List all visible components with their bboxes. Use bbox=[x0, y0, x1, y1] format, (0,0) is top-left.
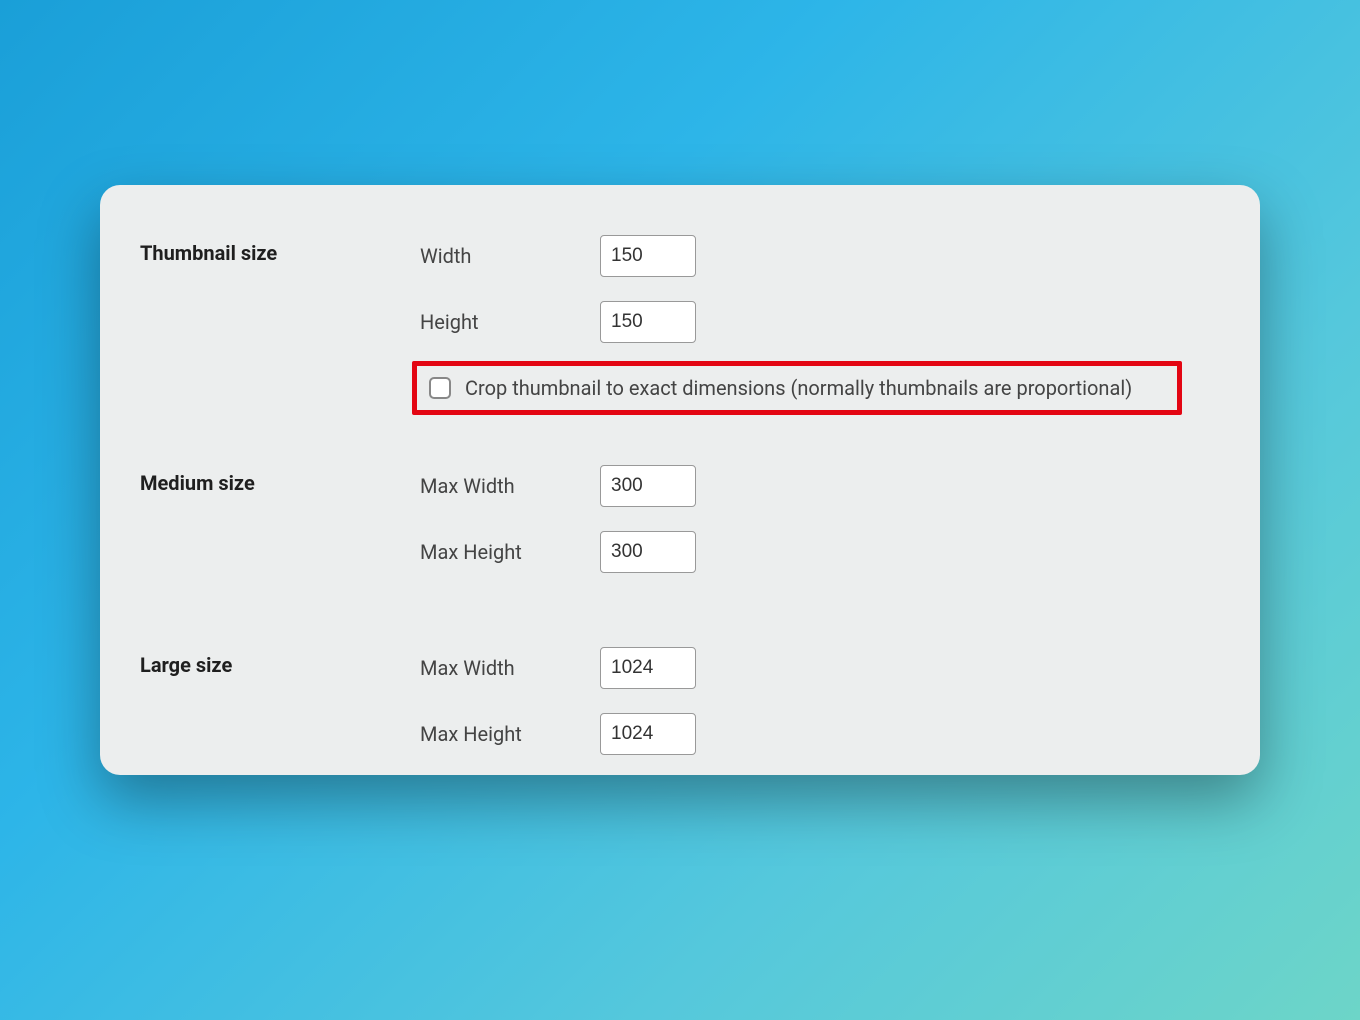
medium-title: Medium size bbox=[140, 465, 420, 495]
large-width-input[interactable] bbox=[600, 647, 696, 689]
settings-panel: Thumbnail size Width Height Crop thumbna… bbox=[100, 185, 1260, 775]
medium-width-label: Max Width bbox=[420, 474, 600, 498]
large-height-row: Max Height bbox=[420, 713, 1230, 755]
large-height-label: Max Height bbox=[420, 722, 600, 746]
large-section: Large size Max Width Max Height bbox=[140, 647, 1230, 755]
medium-height-input[interactable] bbox=[600, 531, 696, 573]
thumbnail-width-label: Width bbox=[420, 244, 600, 268]
thumbnail-width-input[interactable] bbox=[600, 235, 696, 277]
crop-checkbox[interactable] bbox=[429, 377, 451, 399]
thumbnail-width-row: Width bbox=[420, 235, 1230, 277]
thumbnail-title: Thumbnail size bbox=[140, 235, 420, 265]
thumbnail-height-row: Height bbox=[420, 301, 1230, 343]
thumbnail-height-label: Height bbox=[420, 310, 600, 334]
medium-height-label: Max Height bbox=[420, 540, 600, 564]
medium-fields: Max Width Max Height bbox=[420, 465, 1230, 597]
large-width-label: Max Width bbox=[420, 656, 600, 680]
thumbnail-section: Thumbnail size Width Height Crop thumbna… bbox=[140, 235, 1230, 415]
medium-width-input[interactable] bbox=[600, 465, 696, 507]
large-width-row: Max Width bbox=[420, 647, 1230, 689]
thumbnail-height-input[interactable] bbox=[600, 301, 696, 343]
large-fields: Max Width Max Height bbox=[420, 647, 1230, 755]
crop-label: Crop thumbnail to exact dimensions (norm… bbox=[465, 376, 1132, 400]
crop-highlight: Crop thumbnail to exact dimensions (norm… bbox=[412, 361, 1182, 415]
large-height-input[interactable] bbox=[600, 713, 696, 755]
medium-height-row: Max Height bbox=[420, 531, 1230, 573]
large-title: Large size bbox=[140, 647, 420, 677]
medium-width-row: Max Width bbox=[420, 465, 1230, 507]
thumbnail-fields: Width Height Crop thumbnail to exact dim… bbox=[420, 235, 1230, 415]
medium-section: Medium size Max Width Max Height bbox=[140, 465, 1230, 597]
